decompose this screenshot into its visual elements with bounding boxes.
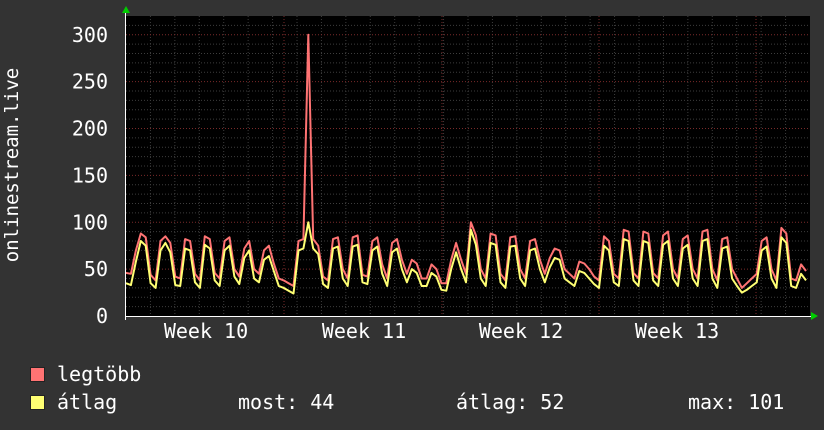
x-tick-labels: Week 10 Week 11 Week 12 Week 13 <box>164 319 719 343</box>
y-axis-title-text: onlinestream.live <box>1 67 23 263</box>
y-tick-label: 200 <box>72 117 108 141</box>
x-tick-label: Week 12 <box>479 319 563 343</box>
stat-max: max: 101 <box>688 390 785 414</box>
stat-average: átlag: 52 <box>456 390 565 414</box>
legend-label-max: legtöbb <box>57 362 142 386</box>
y-tick-label: 0 <box>96 304 108 328</box>
x-tick-label: Week 11 <box>322 319 406 343</box>
legend-swatch-avg <box>30 394 45 410</box>
y-tick-label: 250 <box>72 70 108 94</box>
y-axis-title: onlinestream.live <box>1 55 23 275</box>
x-tick-label: Week 13 <box>635 319 719 343</box>
stat-current: most: 44 <box>238 390 335 414</box>
y-tick-label: 50 <box>84 257 108 281</box>
y-tick-label: 150 <box>72 163 108 187</box>
legend-swatch-max <box>30 366 45 382</box>
y-tick-label: 100 <box>72 210 108 234</box>
legend-item-max: legtöbb <box>30 361 141 387</box>
legend-item-avg: átlag <box>30 389 117 415</box>
legend-label-avg: átlag <box>57 390 118 414</box>
x-axis-arrow <box>811 312 818 320</box>
y-axis-arrow <box>122 6 130 13</box>
x-tick-label: Week 10 <box>164 319 248 343</box>
y-tick-labels: 0 50 100 150 200 250 300 <box>72 23 108 328</box>
y-tick-label: 300 <box>72 23 108 47</box>
